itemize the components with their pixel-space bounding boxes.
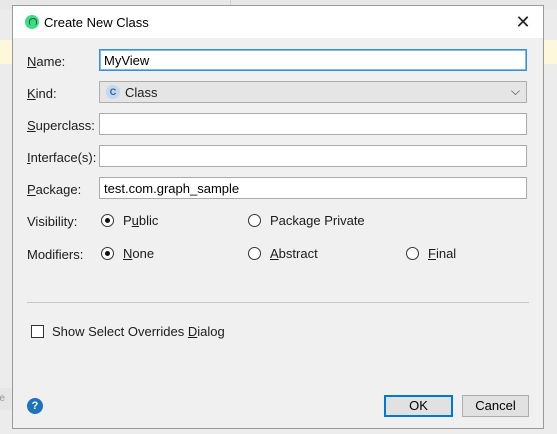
kind-mnemonic: K <box>27 86 36 101</box>
overrides-mnemonic: D <box>187 324 198 339</box>
superclass-mnemonic: S <box>27 118 36 133</box>
overrides-label-pre: Show Select Overrides <box>52 324 188 339</box>
overrides-label-post: ialog <box>197 324 225 339</box>
checkbox-unchecked[interactable] <box>31 325 44 338</box>
superclass-input[interactable] <box>99 113 527 135</box>
visibility-public-label: Public <box>123 213 158 228</box>
show-overrides-label: Show Select Overrides Dialog <box>52 324 225 339</box>
close-button[interactable]: ✕ <box>503 6 543 38</box>
radio-button-unchecked[interactable] <box>406 247 419 260</box>
final-mnemonic: F <box>428 246 436 261</box>
ide-background-fragment: he <box>0 388 12 410</box>
visibility-label: Visibility: <box>27 214 78 229</box>
create-new-class-dialog: Create New Class ✕ Name: Kind: C Class ⌵… <box>12 5 544 429</box>
visibility-public-radio[interactable]: Public <box>101 213 158 228</box>
modifiers-abstract-radio[interactable]: Abstract <box>248 246 318 261</box>
ok-button[interactable]: OK <box>384 395 453 417</box>
radio-button-checked[interactable] <box>101 214 114 227</box>
show-overrides-checkbox[interactable]: Show Select Overrides Dialog <box>31 324 225 339</box>
radio-button-unchecked[interactable] <box>248 214 261 227</box>
abstract-label-text: bstract <box>278 246 318 261</box>
section-divider <box>27 302 529 303</box>
cancel-button[interactable]: Cancel <box>462 395 529 417</box>
modifiers-label: Modifiers: <box>27 247 84 262</box>
class-icon: C <box>106 85 120 99</box>
chevron-down-icon: ⌵ <box>510 84 520 98</box>
superclass-label: Superclass: <box>27 118 95 133</box>
kind-dropdown[interactable]: C Class ⌵ <box>99 81 527 103</box>
help-icon[interactable]: ? <box>27 398 43 414</box>
title-bar: Create New Class ✕ <box>13 6 543 38</box>
package-label: Package: <box>27 182 81 197</box>
name-label: Name: <box>27 54 65 69</box>
abstract-mnemonic: A <box>270 246 279 261</box>
superclass-label-text: uperclass: <box>35 118 95 133</box>
package-label-text: ackage: <box>35 182 82 197</box>
close-icon: ✕ <box>515 12 531 32</box>
interfaces-input[interactable] <box>99 145 527 167</box>
public-label-post: blic <box>138 213 159 228</box>
radio-button-checked[interactable] <box>101 247 114 260</box>
dialog-title: Create New Class <box>44 15 149 30</box>
visibility-package-private-label: Package Private <box>270 213 365 228</box>
ide-fragment-text: he <box>0 393 6 404</box>
ide-highlight-left <box>0 40 12 64</box>
modifiers-none-radio[interactable]: None <box>101 246 154 261</box>
interfaces-label-text: nterface(s): <box>30 150 97 165</box>
name-label-text: ame: <box>36 54 66 69</box>
modifiers-final-label: Final <box>428 246 456 261</box>
modifiers-abstract-label: Abstract <box>270 246 318 261</box>
package-mnemonic: P <box>27 182 36 197</box>
ide-highlight-right <box>544 40 557 64</box>
modifiers-final-radio[interactable]: Final <box>406 246 456 261</box>
none-label-text: one <box>132 246 155 261</box>
radio-button-unchecked[interactable] <box>248 247 261 260</box>
android-studio-icon <box>25 15 39 29</box>
kind-label-text: ind: <box>35 86 57 101</box>
kind-label: Kind: <box>27 86 57 101</box>
interfaces-label: Interface(s): <box>27 150 96 165</box>
public-label-pre: P <box>123 213 132 228</box>
visibility-package-private-radio[interactable]: Package Private <box>248 213 365 228</box>
public-mnemonic: u <box>131 213 139 228</box>
name-mnemonic: N <box>27 54 37 69</box>
none-mnemonic: N <box>123 246 133 261</box>
name-input[interactable] <box>99 49 527 71</box>
modifiers-none-label: None <box>123 246 154 261</box>
final-label-text: inal <box>435 246 457 261</box>
package-input[interactable] <box>99 177 527 199</box>
kind-selected-value: Class <box>125 85 158 100</box>
